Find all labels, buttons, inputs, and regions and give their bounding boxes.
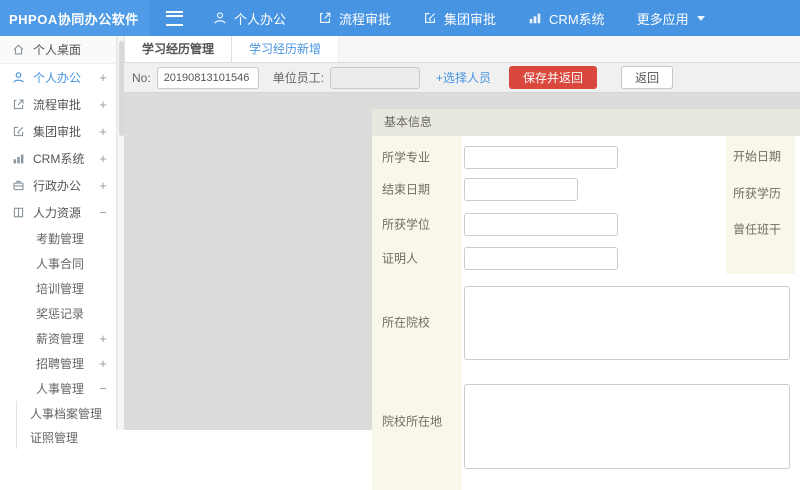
degree-input[interactable] bbox=[464, 213, 618, 236]
topnav-label: 更多应用 bbox=[636, 11, 689, 27]
sidebar-item-hr[interactable]: 人力资源 − bbox=[0, 199, 116, 226]
sidebar-item-admin-office[interactable]: 行政办公 + bbox=[0, 172, 116, 199]
sidebar-item-personal-office[interactable]: 个人办公 + bbox=[0, 64, 116, 91]
sidebar-item-crm[interactable]: CRM系统 + bbox=[0, 145, 116, 172]
caret-down-icon bbox=[696, 13, 706, 23]
topnav-item-personal-office[interactable]: 个人办公 bbox=[213, 9, 286, 28]
collapse-icon[interactable]: − bbox=[98, 382, 108, 395]
field-label-witness: 证明人 bbox=[382, 251, 419, 266]
main-area: 学习经历管理 学习经历新增 No: 单位员工: +选择人员 保存并返回 返回 基… bbox=[124, 36, 800, 490]
expand-icon[interactable]: + bbox=[98, 332, 108, 345]
sidebar-item-desktop[interactable]: 个人桌面 bbox=[0, 36, 116, 64]
tab-study-history-manage[interactable]: 学习经历管理 bbox=[124, 36, 233, 62]
field-label-school-location: 院校所在地 bbox=[382, 414, 443, 429]
user-icon bbox=[213, 11, 227, 25]
back-button[interactable]: 返回 bbox=[621, 66, 674, 89]
submit-icon bbox=[318, 11, 332, 25]
sidebar-item-label: 培训管理 bbox=[36, 282, 85, 296]
sidebar-scrollbar[interactable] bbox=[117, 36, 124, 430]
sidebar-item-label: 人事合同 bbox=[36, 257, 85, 271]
sidebar-item-hr-contract[interactable]: 人事合同 bbox=[0, 251, 116, 276]
sidebar-item-label: 证照管理 bbox=[30, 430, 79, 445]
sidebar-item-label: 流程审批 bbox=[33, 98, 82, 112]
sidebar-item-group-approval[interactable]: 集团审批 + bbox=[0, 118, 116, 145]
school-location-textarea[interactable] bbox=[464, 384, 790, 469]
section-title: 基本信息 bbox=[372, 109, 800, 136]
select-person-link[interactable]: +选择人员 bbox=[436, 69, 491, 86]
sidebar-item-training[interactable]: 培训管理 bbox=[0, 276, 116, 301]
topnav-item-workflow-approval[interactable]: 流程审批 bbox=[318, 9, 391, 28]
hamburger-menu-icon[interactable] bbox=[166, 10, 183, 26]
sidebar-item-label: 考勤管理 bbox=[36, 232, 85, 246]
sidebar-item-label: 个人办公 bbox=[33, 71, 82, 85]
field-label-degree: 所获学位 bbox=[382, 217, 431, 232]
bar-chart-icon bbox=[528, 11, 542, 25]
sidebar-nested-group: 人事档案管理 证照管理 bbox=[16, 401, 116, 449]
expand-icon[interactable]: + bbox=[98, 71, 108, 84]
submit-icon bbox=[12, 98, 25, 111]
home-icon bbox=[12, 43, 25, 56]
sidebar-item-certificates[interactable]: 证照管理 bbox=[17, 425, 116, 449]
expand-icon[interactable]: + bbox=[98, 98, 108, 111]
sidebar-item-rewards[interactable]: 奖惩记录 bbox=[0, 301, 116, 326]
expand-icon[interactable]: + bbox=[98, 357, 108, 370]
topnav-label: CRM系统 bbox=[549, 11, 605, 27]
field-label-end-date: 结束日期 bbox=[382, 182, 431, 197]
employee-label: 单位员工: bbox=[272, 71, 325, 85]
sidebar-item-label: 个人桌面 bbox=[33, 43, 82, 57]
field-label-major: 所学专业 bbox=[382, 150, 431, 165]
expand-icon[interactable]: + bbox=[98, 179, 108, 192]
sidebar-item-label: CRM系统 bbox=[33, 152, 85, 166]
topnav-label: 集团审批 bbox=[444, 11, 497, 27]
sidebar-item-label: 行政办公 bbox=[33, 179, 82, 193]
top-navbar: PHPOA协同办公软件 个人办公 流程审批 集团审批 CRM系统 更多应用 bbox=[0, 0, 800, 36]
collapse-icon[interactable]: − bbox=[98, 206, 108, 219]
sidebar-item-attendance[interactable]: 考勤管理 bbox=[0, 226, 116, 251]
briefcase-icon bbox=[12, 179, 25, 192]
edit-icon bbox=[423, 11, 437, 25]
sidebar-item-label: 集团审批 bbox=[33, 125, 82, 139]
field-label-start-date: 开始日期 bbox=[733, 149, 782, 164]
expand-icon[interactable]: + bbox=[98, 152, 108, 165]
topnav-item-crm[interactable]: CRM系统 bbox=[528, 9, 605, 28]
topnav-label: 个人办公 bbox=[234, 11, 287, 27]
sidebar-item-salary[interactable]: 薪资管理 + bbox=[0, 326, 116, 351]
major-input[interactable] bbox=[464, 146, 618, 169]
field-label-class-cadre: 曾任班干 bbox=[733, 222, 782, 237]
form-panel: 基本信息 所学专业 结束日期 所获学位 证明人 所在院校 院校所在地 开始日期 … bbox=[372, 109, 800, 490]
user-icon bbox=[12, 71, 25, 84]
field-label-school: 所在院校 bbox=[382, 315, 431, 330]
sidebar-item-recruit[interactable]: 招聘管理 + bbox=[0, 351, 116, 376]
book-icon bbox=[12, 206, 25, 219]
sidebar-item-personnel-archive[interactable]: 人事档案管理 bbox=[17, 401, 116, 425]
save-and-return-button[interactable]: 保存并返回 bbox=[509, 66, 598, 89]
no-input[interactable] bbox=[156, 66, 259, 89]
sidebar-item-label: 人力资源 bbox=[33, 206, 82, 220]
toolbar: No: 单位员工: +选择人员 保存并返回 返回 bbox=[124, 63, 800, 93]
field-label-education: 所获学历 bbox=[733, 186, 782, 201]
topnav-label: 流程审批 bbox=[339, 11, 392, 27]
no-label: No: bbox=[132, 70, 151, 85]
sidebar-item-label: 招聘管理 bbox=[36, 357, 85, 371]
sidebar-item-personnel-mgmt[interactable]: 人事管理 − bbox=[0, 376, 116, 401]
expand-icon[interactable]: + bbox=[98, 125, 108, 138]
sidebar: 个人桌面 个人办公 + 流程审批 + 集团审批 + CRM系统 + 行政办公 + bbox=[0, 36, 117, 449]
sidebar-item-label: 奖惩记录 bbox=[36, 307, 85, 321]
topnav-item-group-approval[interactable]: 集团审批 bbox=[423, 9, 496, 28]
school-textarea[interactable] bbox=[464, 286, 790, 360]
employee-input[interactable] bbox=[330, 66, 421, 89]
tab-study-history-new[interactable]: 学习经历新增 bbox=[232, 36, 340, 62]
topnav-item-more-apps[interactable]: 更多应用 bbox=[637, 9, 706, 28]
sidebar-item-label: 人事管理 bbox=[36, 382, 85, 396]
sidebar-item-label: 人事档案管理 bbox=[30, 406, 103, 421]
workspace: 基本信息 所学专业 结束日期 所获学位 证明人 所在院校 院校所在地 开始日期 … bbox=[124, 93, 800, 490]
end-date-input[interactable] bbox=[464, 178, 578, 201]
bar-chart-icon bbox=[12, 152, 25, 165]
edit-icon bbox=[12, 125, 25, 138]
sidebar-item-workflow-approval[interactable]: 流程审批 + bbox=[0, 91, 116, 118]
sidebar-item-label: 薪资管理 bbox=[36, 332, 85, 346]
app-logo: PHPOA协同办公软件 bbox=[0, 0, 150, 36]
tab-bar: 学习经历管理 学习经历新增 bbox=[124, 36, 800, 63]
witness-input[interactable] bbox=[464, 247, 618, 270]
